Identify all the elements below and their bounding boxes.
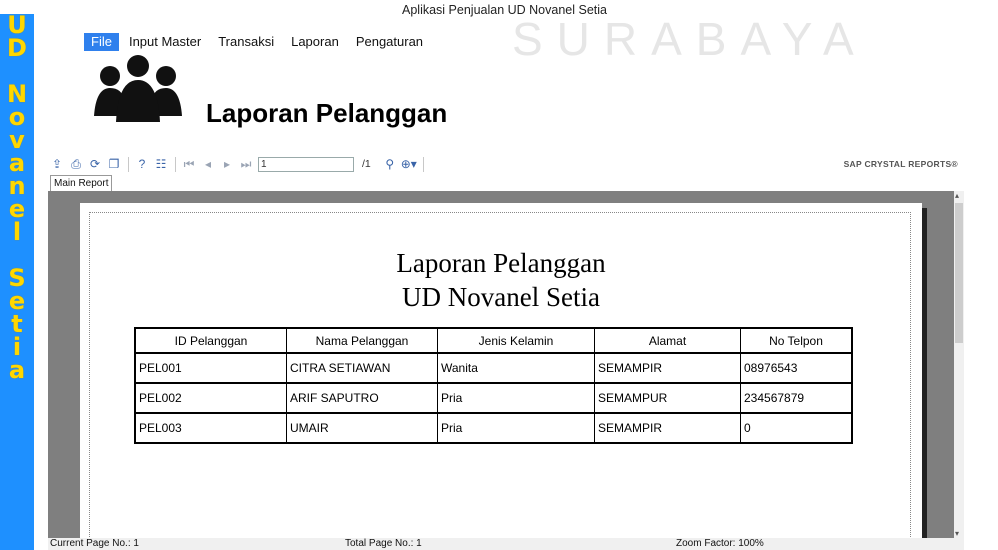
first-page-icon[interactable]: ⏮ xyxy=(180,156,198,172)
zoom-icon[interactable]: ⊕▾ xyxy=(400,156,418,172)
group-tree-icon[interactable]: ☷ xyxy=(152,156,170,172)
menu-transaksi[interactable]: Transaksi xyxy=(211,33,281,51)
page-total-label: /1 xyxy=(362,158,371,170)
menu-file[interactable]: File xyxy=(84,33,119,51)
customers-group-icon xyxy=(94,55,182,122)
col-header: Alamat xyxy=(594,327,741,354)
cell-nama: ARIF SAPUTRO xyxy=(286,383,438,414)
cell-telpon: 08976543 xyxy=(740,353,853,384)
help-icon[interactable]: ? xyxy=(133,156,151,172)
scroll-up-icon[interactable]: ▴ xyxy=(955,191,959,200)
cell-id: PEL003 xyxy=(134,413,287,444)
cell-jenis-kelamin: Pria xyxy=(437,383,595,414)
watermark: SURABAYA xyxy=(512,13,868,65)
toolbar-divider xyxy=(128,156,129,172)
cell-id: PEL002 xyxy=(134,383,287,414)
banner-word: Setia xyxy=(8,264,26,384)
table-row: PEL001 CITRA SETIAWAN Wanita SEMAMPIR 08… xyxy=(134,353,853,384)
report-toolbar: ⇪ ⎙ ⟳ ❐ ? ☷ ⏮ ◂ ▸ ⏭ 1 /1 ⚲ ⊕▾ SAP CRYSTA… xyxy=(48,154,964,174)
next-page-icon[interactable]: ▸ xyxy=(218,156,236,172)
cell-id: PEL001 xyxy=(134,353,287,384)
cell-telpon: 234567879 xyxy=(740,383,853,414)
current-page-status: Current Page No.: 1 xyxy=(50,538,139,549)
customer-table: ID Pelanggan Nama Pelanggan Jenis Kelami… xyxy=(134,327,853,444)
total-page-status: Total Page No.: 1 xyxy=(345,538,422,549)
report-title: Laporan Pelanggan xyxy=(396,248,606,278)
toolbar-divider xyxy=(422,156,424,172)
cell-nama: CITRA SETIAWAN xyxy=(286,353,438,384)
export-icon[interactable]: ⇪ xyxy=(48,156,66,172)
table-row: PEL003 UMAIR Pria SEMAMPIR 0 xyxy=(134,413,853,444)
vertical-scrollbar[interactable]: ▴ ▾ xyxy=(954,191,964,538)
cell-alamat: SEMAMPIR xyxy=(594,353,741,384)
page-number-input[interactable]: 1 xyxy=(258,156,354,172)
menu-laporan[interactable]: Laporan xyxy=(284,33,346,51)
scroll-thumb[interactable] xyxy=(955,203,963,343)
cell-telpon: 0 xyxy=(740,413,853,444)
cell-nama: UMAIR xyxy=(286,413,438,444)
col-header: Jenis Kelamin xyxy=(437,327,595,354)
print-icon[interactable]: ⎙ xyxy=(67,156,85,172)
banner-word: Novanel xyxy=(6,80,28,246)
table-header-row: ID Pelanggan Nama Pelanggan Jenis Kelami… xyxy=(134,327,853,354)
cell-alamat: SEMAMPUR xyxy=(594,383,741,414)
menu-input-master[interactable]: Input Master xyxy=(122,33,208,51)
prev-page-icon[interactable]: ◂ xyxy=(199,156,217,172)
scroll-down-icon[interactable]: ▾ xyxy=(955,529,959,538)
crystal-reports-brand: SAP CRYSTAL REPORTS® xyxy=(843,159,958,169)
window-title: Aplikasi Penjualan UD Novanel Setia xyxy=(402,3,607,17)
toolbar-divider xyxy=(175,156,176,172)
cell-jenis-kelamin: Wanita xyxy=(437,353,595,384)
cell-jenis-kelamin: Pria xyxy=(437,413,595,444)
col-header: ID Pelanggan xyxy=(134,327,287,354)
zoom-status: Zoom Factor: 100% xyxy=(676,538,764,549)
menu-bar: File Input Master Transaksi Laporan Peng… xyxy=(84,33,433,51)
find-icon[interactable]: ⚲ xyxy=(381,156,399,172)
copy-icon[interactable]: ❐ xyxy=(105,156,123,172)
table-row: PEL002 ARIF SAPUTRO Pria SEMAMPUR 234567… xyxy=(134,383,853,414)
page-title: Laporan Pelanggan xyxy=(206,98,448,128)
status-bar: Current Page No.: 1 Total Page No.: 1 Zo… xyxy=(48,538,964,550)
report-viewer[interactable]: Laporan Pelanggan UD Novanel Setia ID Pe… xyxy=(48,191,954,538)
cell-alamat: SEMAMPIR xyxy=(594,413,741,444)
report-subtitle: UD Novanel Setia xyxy=(402,282,600,312)
tab-main-report[interactable]: Main Report xyxy=(50,175,113,192)
col-header: No Telpon xyxy=(740,327,853,354)
banner-word: UD xyxy=(7,11,27,62)
refresh-icon[interactable]: ⟳ xyxy=(86,156,104,172)
report-page: Laporan Pelanggan UD Novanel Setia ID Pe… xyxy=(80,203,922,538)
col-header: Nama Pelanggan xyxy=(286,327,438,354)
menu-pengaturan[interactable]: Pengaturan xyxy=(349,33,430,51)
last-page-icon[interactable]: ⏭ xyxy=(237,156,255,172)
side-banner: UD Novanel Setia xyxy=(0,11,34,550)
